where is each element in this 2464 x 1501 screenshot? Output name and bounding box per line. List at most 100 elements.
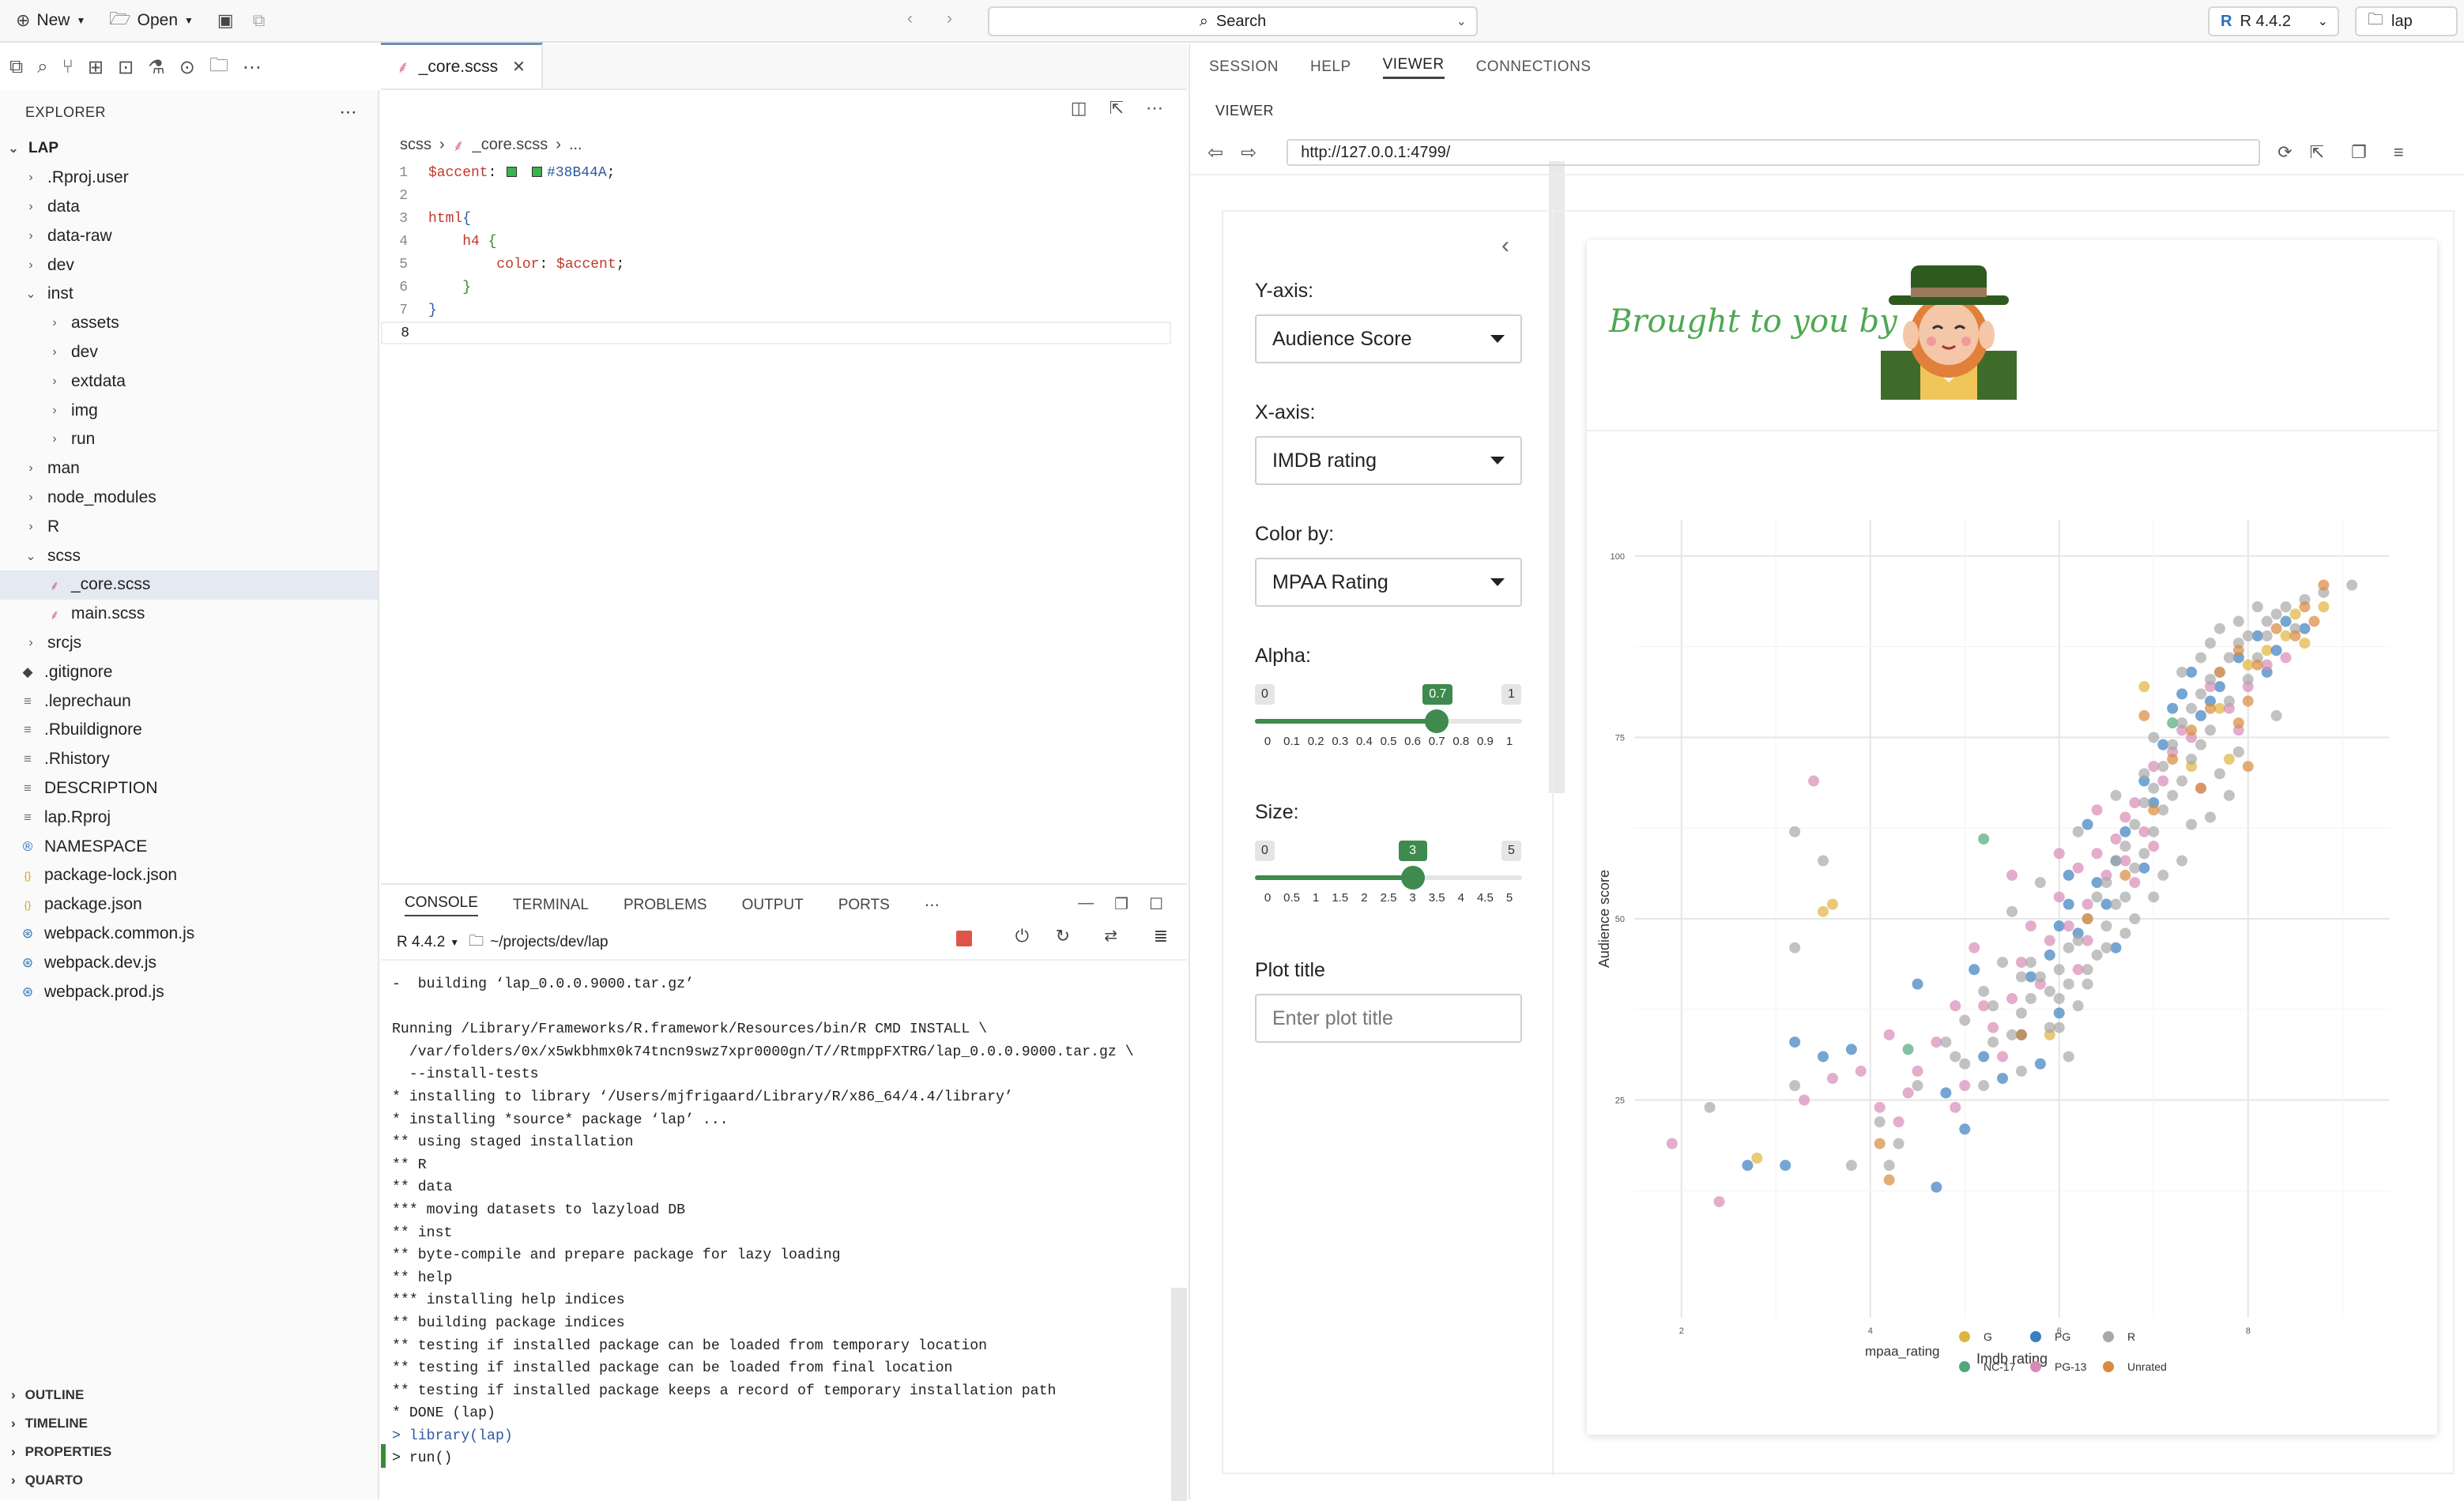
- arrow-right-icon[interactable]: ⇨: [1241, 141, 1256, 164]
- tab-terminal[interactable]: TERMINAL: [513, 897, 589, 914]
- tree-item[interactable]: ⊛ webpack.dev.js: [0, 948, 378, 977]
- restart-icon[interactable]: ↻: [1056, 926, 1070, 946]
- remote-icon[interactable]: ⊡: [118, 56, 134, 79]
- copy-icon[interactable]: ❐: [2351, 142, 2367, 163]
- refresh-icon[interactable]: ⟳: [2278, 142, 2292, 163]
- breadcrumb-item[interactable]: _core.scss: [473, 136, 548, 154]
- console-r-version[interactable]: R 4.4.2: [397, 934, 445, 951]
- tree-item[interactable]: › extdata: [0, 367, 378, 396]
- source-control-icon[interactable]: ⑂: [62, 56, 73, 78]
- section-quarto[interactable]: › QUARTO: [0, 1466, 379, 1495]
- console-scrollbar[interactable]: [1171, 1288, 1187, 1501]
- clear-icon[interactable]: ≣: [1154, 926, 1168, 946]
- tab-core-scss[interactable]: ⸙ _core.scss ✕: [381, 43, 543, 88]
- tree-item[interactable]: › dev: [0, 338, 378, 367]
- tree-item[interactable]: › run: [0, 425, 378, 454]
- maximize-icon[interactable]: ☐: [1149, 894, 1163, 914]
- section-outline[interactable]: › OUTLINE: [0, 1381, 379, 1409]
- tab-session[interactable]: SESSION: [1209, 58, 1279, 76]
- tab-problems[interactable]: PROBLEMS: [624, 897, 707, 914]
- tree-item[interactable]: {} package-lock.json: [0, 861, 378, 890]
- restore-icon[interactable]: ❐: [1114, 894, 1128, 914]
- y-axis-select[interactable]: Audience Score: [1255, 314, 1522, 363]
- slider-track[interactable]: [1255, 866, 1522, 890]
- plot-title-input[interactable]: Enter plot title: [1255, 994, 1522, 1043]
- tree-item[interactable]: › R: [0, 512, 378, 541]
- extensions-icon[interactable]: ⊞: [88, 56, 104, 79]
- tree-item[interactable]: › data: [0, 193, 378, 222]
- tree-item[interactable]: › man: [0, 454, 378, 483]
- tree-item[interactable]: › .Rproj.user: [0, 164, 378, 193]
- tree-item[interactable]: ⌄ inst: [0, 280, 378, 309]
- tree-item[interactable]: ≡ .Rbuildignore: [0, 716, 378, 745]
- stop-icon[interactable]: [956, 931, 972, 946]
- open-external-icon[interactable]: ⇱: [1110, 98, 1124, 118]
- flask-icon[interactable]: ⚗: [148, 56, 165, 79]
- tree-item[interactable]: ≡ DESCRIPTION: [0, 774, 378, 803]
- tree-item[interactable]: ⸙ main.scss: [0, 600, 378, 629]
- color-by-select[interactable]: MPAA Rating: [1255, 558, 1522, 607]
- publish-icon[interactable]: ⊙: [179, 56, 195, 79]
- interrupt-icon[interactable]: ⇄: [1104, 926, 1117, 946]
- breadcrumb-item[interactable]: ...: [569, 136, 582, 154]
- point-pg-13: [2015, 957, 2027, 969]
- more-icon[interactable]: ⋯: [925, 897, 940, 915]
- slider-thumb[interactable]: [1425, 709, 1449, 733]
- power-icon[interactable]: ⏻: [1015, 926, 1029, 946]
- tree-item[interactable]: ≡ .leprechaun: [0, 687, 378, 716]
- slider-thumb[interactable]: [1400, 866, 1425, 890]
- menu-icon[interactable]: ≡: [2394, 142, 2404, 163]
- collapse-sidebar-icon[interactable]: ‹: [1501, 232, 1509, 259]
- tree-item[interactable]: › node_modules: [0, 483, 378, 513]
- arrow-left-icon[interactable]: ⇦: [1208, 141, 1223, 164]
- breadcrumb-item[interactable]: scss: [400, 136, 431, 154]
- minimize-icon[interactable]: —: [1078, 894, 1094, 914]
- tab-help[interactable]: HELP: [1310, 58, 1351, 76]
- more-icon[interactable]: ⋯: [243, 56, 262, 79]
- open-browser-icon[interactable]: ⇱: [2310, 142, 2324, 163]
- back-button[interactable]: ‹: [907, 9, 913, 28]
- project-selector[interactable]: 🗀 lap: [2355, 6, 2458, 36]
- tree-item[interactable]: ◆ .gitignore: [0, 657, 378, 687]
- search-icon[interactable]: ⌕: [37, 56, 47, 78]
- tab-connections[interactable]: CONNECTIONS: [1476, 58, 1592, 76]
- r-version-selector[interactable]: R R 4.4.2 ⌄: [2208, 6, 2339, 36]
- search-input[interactable]: ⌕ Search ⌄: [988, 6, 1478, 36]
- tree-item[interactable]: ≡ lap.Rproj: [0, 803, 378, 832]
- tab-output[interactable]: OUTPUT: [742, 897, 804, 914]
- section-timeline[interactable]: › TIMELINE: [0, 1409, 379, 1438]
- close-icon[interactable]: ✕: [512, 57, 526, 77]
- tab-console[interactable]: CONSOLE: [405, 894, 478, 916]
- tree-root[interactable]: ⌄ LAP: [0, 134, 378, 164]
- tree-item[interactable]: ⊛ webpack.common.js: [0, 920, 378, 949]
- tree-item[interactable]: ≡ .Rhistory: [0, 745, 378, 774]
- tree-item[interactable]: ® NAMESPACE: [0, 832, 378, 861]
- tree-item[interactable]: › assets: [0, 309, 378, 338]
- url-input[interactable]: http://127.0.0.1:4799/: [1287, 139, 2261, 166]
- tree-item[interactable]: ⌄ scss: [0, 541, 378, 570]
- explorer-icon[interactable]: ⧉: [9, 56, 23, 78]
- more-icon[interactable]: ⋯: [1146, 98, 1163, 118]
- split-editor-icon[interactable]: ◫: [1071, 98, 1087, 118]
- save-all-button[interactable]: ⧉: [253, 10, 266, 31]
- code-area[interactable]: 1 $accent: #38B44A; 2 3 html{4 h4 {5 color: …: [381, 161, 1171, 344]
- tab-viewer[interactable]: VIEWER: [1382, 56, 1445, 79]
- section-properties[interactable]: › PROPERTIES: [0, 1438, 379, 1466]
- tree-item[interactable]: › data-raw: [0, 221, 378, 250]
- tree-item[interactable]: › img: [0, 396, 378, 425]
- more-icon[interactable]: ⋯: [340, 102, 358, 122]
- slider-track[interactable]: [1255, 709, 1522, 733]
- new-button[interactable]: ⊕ New ▼: [16, 10, 85, 31]
- tree-item[interactable]: ⸙ _core.scss: [0, 570, 378, 600]
- viewer-label: VIEWER: [1215, 102, 1275, 118]
- save-button[interactable]: ▣: [217, 10, 234, 31]
- tree-item[interactable]: {} package.json: [0, 890, 378, 920]
- folder-icon[interactable]: 🗀: [209, 51, 228, 84]
- tree-item[interactable]: › dev: [0, 250, 378, 280]
- open-button[interactable]: 🗁 Open ▼: [109, 6, 194, 36]
- tab-ports[interactable]: PORTS: [838, 897, 890, 914]
- tree-item[interactable]: ⊛ webpack.prod.js: [0, 977, 378, 1006]
- tree-item[interactable]: › srcjs: [0, 629, 378, 658]
- x-axis-select[interactable]: IMDB rating: [1255, 436, 1522, 485]
- forward-button[interactable]: ›: [947, 9, 952, 28]
